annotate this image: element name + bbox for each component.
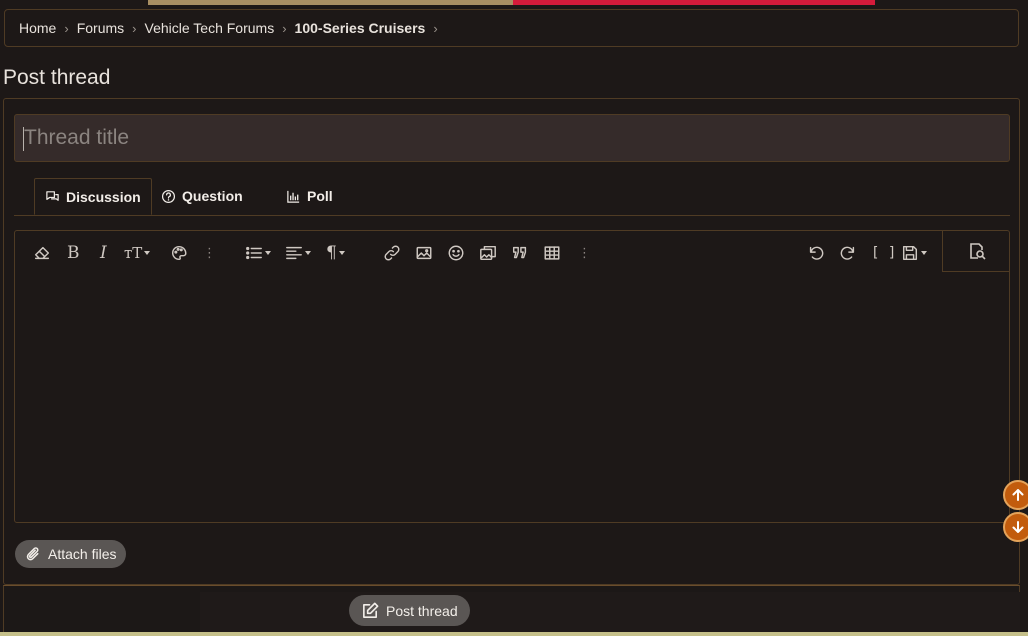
insert-smilie-button[interactable] [447, 242, 465, 264]
more-options-icon: ⋮ [578, 245, 591, 261]
breadcrumb-separator: › [64, 20, 69, 36]
align-button[interactable] [285, 242, 311, 264]
breadcrumb-forums[interactable]: Forums [77, 20, 124, 36]
tab-discussion[interactable]: Discussion [34, 178, 152, 215]
insert-image-button[interactable] [415, 242, 433, 264]
smilie-icon [448, 245, 464, 261]
align-icon [286, 246, 302, 260]
submit-row-inner [200, 592, 1020, 632]
text-color-button[interactable] [170, 242, 188, 264]
paragraph-icon: ¶ [326, 243, 337, 263]
undo-icon [809, 246, 824, 260]
image-icon [416, 246, 432, 260]
editor-content[interactable] [15, 273, 1009, 522]
link-icon [384, 245, 400, 261]
poll-icon [287, 190, 300, 203]
breadcrumb-100-series-cruisers[interactable]: 100-Series Cruisers [295, 20, 426, 36]
attach-files-label: Attach files [48, 546, 117, 562]
preview-icon [969, 242, 986, 260]
thread-title-input[interactable] [14, 114, 1010, 162]
redo-icon [840, 246, 855, 260]
palette-icon [171, 245, 187, 261]
paragraph-button[interactable]: ¶ [326, 242, 345, 264]
chevron-down-icon [305, 251, 311, 255]
chevron-down-icon [338, 251, 345, 255]
eraser-icon [34, 246, 50, 260]
list-button[interactable] [245, 242, 271, 264]
table-icon [544, 246, 560, 260]
top-banner-ad[interactable] [148, 0, 875, 5]
insert-table-button[interactable] [543, 242, 561, 264]
more-text-options-button[interactable]: ⋮ [203, 242, 216, 264]
chevron-down-icon [144, 251, 151, 255]
post-thread-label: Post thread [386, 602, 458, 619]
tab-discussion-label: Discussion [66, 188, 141, 205]
thread-type-tabs: Discussion Question Poll [14, 178, 1010, 216]
form-submit-row [3, 585, 1020, 636]
chevron-down-icon [265, 251, 271, 255]
chevron-down-icon [921, 251, 927, 255]
bold-button[interactable]: B [67, 242, 80, 264]
redo-button[interactable] [839, 242, 857, 264]
paperclip-icon [26, 546, 39, 560]
font-size-button[interactable]: тT [124, 242, 151, 264]
italic-button[interactable]: I [100, 242, 107, 264]
breadcrumb: Home › Forums › Vehicle Tech Forums › 10… [4, 9, 1019, 47]
text-cursor [23, 127, 24, 151]
arrow-up-icon [1012, 489, 1024, 501]
text-size-icon: тT [124, 244, 143, 262]
breadcrumb-separator: › [132, 20, 137, 36]
insert-quote-button[interactable] [511, 242, 529, 264]
breadcrumb-separator: › [433, 20, 438, 36]
insert-media-button[interactable] [479, 242, 497, 264]
bold-icon: B [67, 243, 80, 263]
tab-poll[interactable]: Poll [286, 178, 333, 214]
breadcrumb-vehicle-tech-forums[interactable]: Vehicle Tech Forums [145, 20, 275, 36]
arrow-down-icon [1012, 521, 1024, 533]
breadcrumb-home[interactable]: Home [19, 20, 56, 36]
more-insert-options-button[interactable]: ⋮ [578, 242, 591, 264]
drafts-button[interactable] [901, 242, 927, 264]
clear-formatting-button[interactable] [33, 242, 51, 264]
scroll-to-bottom-button[interactable] [1003, 512, 1028, 542]
more-options-icon: ⋮ [203, 245, 216, 261]
scroll-to-top-button[interactable] [1003, 480, 1028, 510]
attach-files-button[interactable]: Attach files [15, 540, 127, 568]
toggle-bbcode-button[interactable]: [ ] [871, 242, 896, 264]
edit-icon [363, 602, 379, 618]
breadcrumb-separator: › [282, 20, 287, 36]
question-icon [161, 189, 176, 203]
undo-button[interactable] [807, 242, 825, 264]
preview-button[interactable] [942, 230, 1010, 272]
tab-question[interactable]: Question [161, 178, 243, 214]
media-icon [480, 245, 496, 261]
drafts-icon [902, 245, 918, 261]
post-thread-button[interactable]: Post thread [349, 595, 470, 626]
quote-icon [512, 246, 527, 259]
italic-icon: I [100, 243, 107, 263]
tab-poll-label: Poll [307, 188, 333, 204]
insert-link-button[interactable] [383, 242, 401, 264]
list-icon [246, 246, 262, 260]
bbcode-toggle-icon: [ ] [871, 245, 897, 261]
page-title: Post thread [3, 66, 111, 89]
footer-strip [0, 632, 1028, 636]
message-editor[interactable]: B I тT ⋮ ¶ ⋮ [] [14, 230, 1010, 523]
tab-question-label: Question [182, 188, 243, 204]
discussion-icon [46, 191, 59, 201]
editor-toolbar: B I тT ⋮ ¶ ⋮ [] [15, 230, 1010, 273]
banner-image [148, 0, 513, 5]
